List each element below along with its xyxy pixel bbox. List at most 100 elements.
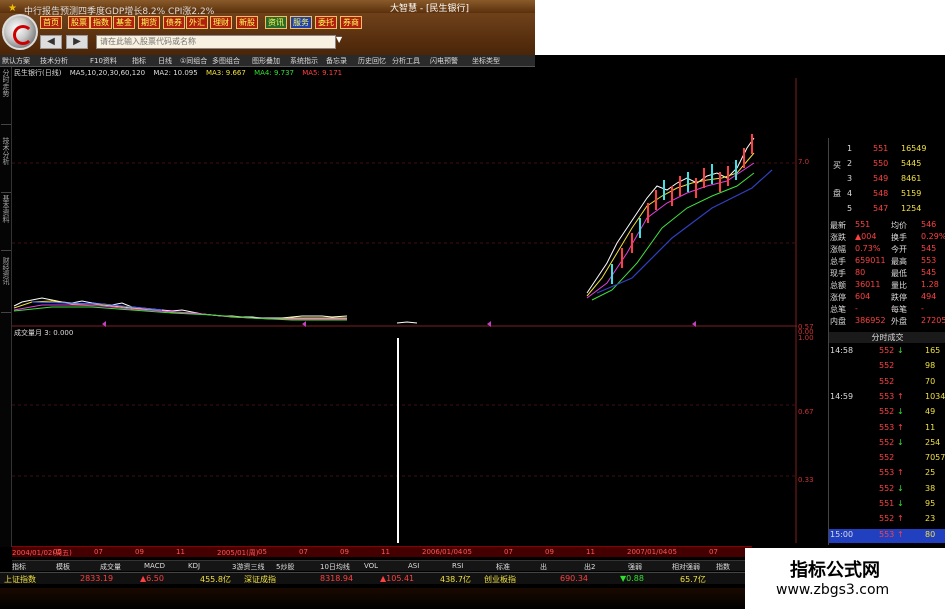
menu-9[interactable]: 资讯: [265, 16, 287, 29]
indicator-tab[interactable]: 出2: [584, 562, 595, 572]
left-tab[interactable]: 技术分析: [1, 137, 11, 193]
kline-chart[interactable]: [12, 78, 797, 543]
date-label: 05: [258, 548, 267, 556]
date-label: 07: [504, 548, 513, 556]
indicator-tab[interactable]: 3游资三线: [232, 562, 264, 572]
trade-row: 552 ↓ 49: [829, 406, 945, 420]
trade-price: 553: [879, 468, 895, 478]
date-label: 2005/01(周): [217, 549, 259, 557]
date-label: 05: [463, 548, 472, 556]
toolbar-item[interactable]: 多图组合: [212, 56, 240, 66]
indicator-tab[interactable]: 5炒股: [276, 562, 294, 572]
indicator-tab[interactable]: ASI: [408, 562, 419, 570]
stat-row: 内盘 386952 外盘 272059: [829, 316, 945, 328]
index-value: 8318.94: [320, 574, 354, 583]
trade-time: 15:00: [830, 529, 854, 539]
trade-row: 552 7057: [829, 452, 945, 466]
stat-value-2: 0.29%: [921, 232, 945, 241]
toolbar-item[interactable]: 技术分析: [40, 56, 68, 66]
menu-2[interactable]: 指数: [90, 16, 112, 29]
indicator-tab[interactable]: KDJ: [188, 562, 200, 570]
indicator-tab[interactable]: 成交量: [100, 562, 121, 572]
orderbook-row[interactable]: 1 551 16549: [829, 142, 945, 157]
indicator-tab[interactable]: 模板: [56, 562, 70, 572]
trade-volume: 80: [925, 529, 936, 539]
menu-12[interactable]: 券商: [340, 16, 362, 29]
indicator-tab[interactable]: 10日均线: [320, 562, 350, 572]
ob-volume: 1254: [901, 204, 922, 213]
toolbar-item[interactable]: 闪电预警: [430, 56, 458, 66]
orderbook-row[interactable]: 5 547 1254: [829, 202, 945, 217]
toolbar-item[interactable]: 图形叠加: [252, 56, 280, 66]
indicator-tab[interactable]: RSI: [452, 562, 463, 570]
orderbook-row[interactable]: 3 549 8461: [829, 172, 945, 187]
search-dropdown-icon[interactable]: ▼: [336, 35, 344, 49]
toolbar-item[interactable]: 系统指示: [290, 56, 318, 66]
stat-row: 最新 551 均价 546: [829, 220, 945, 232]
trade-volume: 1034: [925, 391, 945, 401]
index-amount: 438.7亿: [440, 575, 471, 584]
stat-label-2: 外盘: [891, 317, 907, 326]
indicator-tabs: 指标 模板 成交量 MACD KDJ 3游资三线 5炒股 10日均线 VOL ASI RSI 标准 出 出…: [12, 560, 752, 571]
trade-time: 14:59: [830, 391, 854, 401]
left-tab[interactable]: 财经资讯: [1, 257, 11, 313]
orderbook-row[interactable]: 4 548 5159: [829, 187, 945, 202]
indicator-tab[interactable]: 相对强弱: [672, 562, 700, 572]
ob-price: 547: [873, 204, 889, 213]
stat-value: 36011: [855, 280, 881, 289]
ob-volume: 5445: [901, 159, 922, 168]
indicator-tab[interactable]: 强弱: [628, 562, 642, 572]
trade-row: 14:58 552 ↓ 165: [829, 345, 945, 359]
trades-header[interactable]: 分时成交: [829, 332, 945, 343]
left-tab[interactable]: 基本资料: [1, 195, 11, 251]
indicator-tab[interactable]: VOL: [364, 562, 378, 570]
date-axis: 2004/01/02(周五) 05 07 09 11 2005/01(周) 05 07 09 11…: [12, 546, 752, 557]
index-name[interactable]: 深证成指: [244, 574, 276, 585]
toolbar-item[interactable]: 分析工具: [392, 56, 420, 66]
indicator-tab[interactable]: 标准: [496, 562, 510, 572]
toolbar-item[interactable]: 指标: [132, 56, 146, 66]
orderbook-row[interactable]: 2 550 5445: [829, 157, 945, 172]
search-input[interactable]: 请在此输入股票代码或名称: [96, 35, 336, 49]
menu-4[interactable]: 期货: [138, 16, 160, 29]
menu-3[interactable]: 基金: [113, 16, 135, 29]
toolbar-item[interactable]: 历史回忆: [358, 56, 386, 66]
indicator-tab[interactable]: MACD: [144, 562, 165, 570]
menu-11[interactable]: 委托: [315, 16, 337, 29]
trade-row: 552 ↓ 38: [829, 483, 945, 497]
trade-direction-icon: ↓: [897, 407, 904, 417]
index-name[interactable]: 创业板指: [484, 574, 516, 585]
toolbar-item[interactable]: 默认方案: [2, 56, 30, 66]
trade-price: 552: [879, 346, 895, 355]
app-logo-icon[interactable]: [2, 14, 38, 50]
stat-label-2: 最低: [891, 269, 907, 278]
indicator-tab[interactable]: 指标: [12, 562, 26, 572]
menu-1[interactable]: 股票: [68, 16, 90, 29]
stat-value: 659011: [855, 256, 886, 265]
menu-5[interactable]: 债券: [163, 16, 185, 29]
trade-direction-icon: ↑: [897, 468, 904, 478]
ob-level: 5: [847, 204, 853, 213]
indicator-tab[interactable]: 出: [540, 562, 547, 572]
back-button[interactable]: ◀: [40, 35, 62, 49]
trade-price: 552: [879, 483, 895, 493]
news-ticker[interactable]: [0, 588, 760, 609]
indicator-tab[interactable]: 指数: [716, 562, 730, 572]
menu-0[interactable]: 首页: [40, 16, 62, 29]
menu-10[interactable]: 服务: [290, 16, 312, 29]
left-tab[interactable]: 分时走势: [1, 69, 11, 125]
toolbar-item[interactable]: ①同组合: [180, 56, 207, 66]
toolbar-item[interactable]: 日线: [158, 56, 172, 66]
stat-label-2: 换手: [891, 233, 907, 242]
index-name[interactable]: 上证指数: [4, 574, 36, 585]
forward-button[interactable]: ▶: [66, 35, 88, 49]
menu-8[interactable]: 新股: [236, 16, 258, 29]
trade-volume: 70: [925, 376, 936, 386]
toolbar-item[interactable]: F10资料: [90, 56, 117, 66]
menu-6[interactable]: 外汇: [186, 16, 208, 29]
toolbar-item[interactable]: 坐标类型: [472, 56, 500, 66]
trade-volume: 25: [925, 468, 936, 478]
menu-7[interactable]: 理财: [210, 16, 232, 29]
toolbar-item[interactable]: 备忘录: [326, 56, 347, 66]
trade-row: 551 ↓ 95: [829, 498, 945, 512]
